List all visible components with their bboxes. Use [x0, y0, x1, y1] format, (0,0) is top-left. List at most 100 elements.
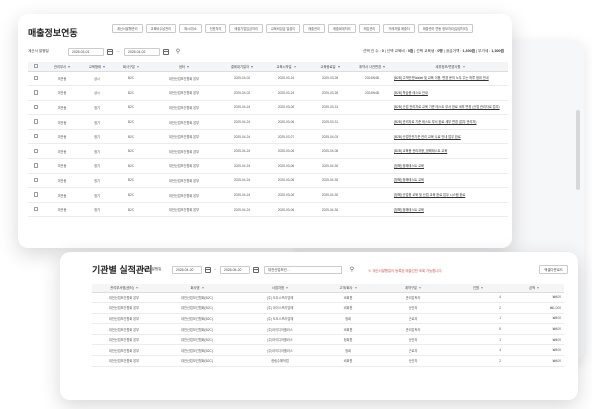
- detail-link-cell[interactable]: [정해] 정해테스트 교육: [392, 158, 508, 174]
- row-checkbox[interactable]: [33, 104, 39, 110]
- detail-link[interactable]: [B2B] 산업안전기준 관리 교육 수료 안내 업무 완료: [394, 135, 508, 139]
- table-row[interactable]: 대전산업보건협회 본부 대전산업보건협회(B2C) (주) 도도스프리덤에 정회 근로자…: [92, 313, 564, 325]
- tab-item[interactable]: 매출관리: [303, 24, 325, 33]
- detail-link[interactable]: [정해] 정해테스트 교육: [394, 178, 508, 182]
- filter-icon[interactable]: [103, 65, 106, 68]
- row-select-cell[interactable]: [28, 100, 44, 116]
- row-checkbox[interactable]: [33, 133, 39, 139]
- filter-icon[interactable]: [251, 65, 254, 68]
- search-icon[interactable]: ⚲: [348, 266, 356, 274]
- table-row[interactable]: 미관동 정기 B2C 대전산업보건협회 본부 2025-04-24 2025-03-06 2…: [28, 173, 508, 189]
- row-checkbox[interactable]: [33, 192, 39, 197]
- filter-icon[interactable]: [481, 287, 484, 290]
- center-select[interactable]: 대전산업보건...: [264, 266, 342, 274]
- row-checkbox[interactable]: [33, 90, 39, 95]
- table-row[interactable]: 미관동 정기 B2C 대전산업보건협회 본부 2025-04-24 2025-03-06 2…: [28, 158, 508, 174]
- row-checkbox[interactable]: [33, 119, 39, 124]
- row-select-cell[interactable]: [28, 85, 44, 101]
- table-row[interactable]: 미관동 정기 B2C 대전산업보건협회 본부 2025-04-24 2025-03-07 2…: [28, 129, 508, 145]
- row-select-cell[interactable]: [28, 202, 44, 218]
- row-checkbox[interactable]: [33, 148, 39, 154]
- detail-link[interactable]: [정해] 정해테스트 교육: [394, 164, 508, 168]
- detail-link-cell[interactable]: [정해] 정해테스트 교육: [392, 173, 508, 189]
- table-row[interactable]: 미관동 정기 B2C 대전산업보건협회 본부 2025-04-24 2025-03-06 2…: [28, 143, 508, 160]
- filter-icon[interactable]: [337, 65, 340, 68]
- select-all-cell[interactable]: [28, 62, 44, 72]
- detail-link-cell[interactable]: [B2B] 산업안전기준 관리 교육 수료 안내 업무 완료: [392, 129, 508, 145]
- tab-item[interactable]: 매시/취소: [179, 24, 202, 33]
- tab-item[interactable]: 매출기업입금처리: [229, 24, 263, 33]
- calendar-icon[interactable]: [107, 49, 113, 55]
- date-to-field[interactable]: 2025-05-20: [220, 266, 250, 274]
- filter-icon[interactable]: [137, 65, 140, 68]
- table-row[interactable]: 대전산업보건협회 본부 대전산업보건협회(B2C) (주)아이디어플러스 정회원 산안자…: [92, 334, 564, 346]
- tab-item[interactable]: 매출회계처리: [327, 24, 356, 33]
- date-from-field[interactable]: 2025-04-20: [172, 266, 202, 274]
- tab-item[interactable]: 매출관리 연동 정보처리(일괄처리): [417, 24, 473, 33]
- table-row[interactable]: 대전산업보건협회 본부 대전산업보건협회(B2C) (주) 도도스프리덤에 비회원 관리…: [92, 292, 564, 304]
- excel-download-button[interactable]: 엑셀다운로드: [539, 265, 568, 274]
- row-select-cell[interactable]: [28, 187, 44, 203]
- detail-link-cell[interactable]: [B2B] 고객안전Wallet 및 교육 이용, 변경 문의 노무 주는 하루…: [392, 71, 508, 87]
- row-checkbox[interactable]: [33, 163, 39, 168]
- date-from-field[interactable]: 2025-03-01: [68, 48, 104, 56]
- tab-item[interactable]: 계산서발행관리: [112, 24, 143, 33]
- table-row[interactable]: 대전산업보건협회 본부 대전산업보건협회(B2C) (주) 아이스프리덤에 비회원 산안…: [92, 302, 564, 314]
- table-row[interactable]: 대전산업보건협회 본부 대전산업보건협회(B2C) (주)아이디어플러스 정회 근로자 4…: [92, 344, 564, 357]
- scrollbar[interactable]: [576, 110, 580, 190]
- filter-icon[interactable]: [187, 65, 190, 68]
- search-icon[interactable]: ⚲: [174, 48, 182, 56]
- detail-link[interactable]: [정해] 정해테스트 교육: [394, 208, 508, 212]
- filter-icon[interactable]: [286, 287, 289, 290]
- detail-link-cell[interactable]: [B2B] 관리자로 기준 테스트 부서 완료 세부 변경 (업무 관리자): [392, 114, 508, 130]
- row-select-cell[interactable]: [28, 173, 44, 189]
- filter-icon[interactable]: [419, 287, 422, 290]
- row-checkbox[interactable]: [33, 206, 39, 212]
- table-row[interactable]: 미관동 상시 B2C 대전산업보건협회 본부 2025-04-02 2025-03-24 2…: [28, 71, 508, 87]
- detail-link-cell[interactable]: [B2B] 산업 관리자로 교육 기준 테스트 부서 완료 세부 변경 (산업 …: [392, 100, 508, 116]
- detail-link[interactable]: [B2B] 교육용 관리자용_정해테스트 교육: [394, 149, 508, 153]
- tab-item[interactable]: 거래처별 매출처: [383, 24, 415, 33]
- table-row[interactable]: 대전산업보건협회 본부 대전산업보건협회(B2C) (주)아이디어플러스 비회원 관리감…: [92, 323, 564, 335]
- table-row[interactable]: 미관동 정기 B2C 대전산업보건협회 본부 2025-04-24 2025-03-06 2…: [28, 114, 508, 130]
- detail-link-cell[interactable]: [B2B] 교육용 관리자용_정해테스트 교육: [392, 143, 508, 160]
- filter-icon[interactable]: [293, 65, 296, 68]
- row-select-cell[interactable]: [28, 143, 44, 160]
- filter-icon[interactable]: [135, 287, 138, 290]
- calendar-icon[interactable]: [205, 267, 211, 273]
- tab-item[interactable]: 매입관리: [358, 24, 381, 33]
- row-select-cell[interactable]: [28, 71, 44, 87]
- table-row[interactable]: 미관동 상시 B2C 대전산업보건협회 본부 2025-04-02 2025-03-24 2…: [28, 85, 508, 101]
- tab-item[interactable]: 전표처리: [204, 24, 227, 33]
- detail-link[interactable]: [정해] 산업용 교육 및 산업 교육 완료 업무 시스템 완료: [394, 193, 508, 197]
- detail-link[interactable]: [B2B] 산업 관리자로 교육 기준 테스트 부서 완료 세부 변경 (산업 …: [394, 105, 508, 109]
- tab-item[interactable]: 교육비수납관리: [145, 24, 177, 33]
- table-row[interactable]: 미관동 정기 B2C 대전산업보건협회 본부 2025-04-24 2025-03-06 2…: [28, 202, 508, 218]
- filter-icon[interactable]: [201, 287, 204, 290]
- table-row[interactable]: 대전산업보건협회 본부 대전산업보건협회(B2C) 한림수해작업 비회원 산안자 2 ₩40…: [92, 355, 564, 367]
- detail-link[interactable]: [B2B] 학습용 테스트 안내: [394, 91, 508, 95]
- row-checkbox[interactable]: [33, 75, 39, 81]
- calendar-icon[interactable]: [163, 49, 169, 55]
- row-checkbox[interactable]: [33, 177, 39, 183]
- date-to-field[interactable]: 2025-04-02: [124, 48, 160, 56]
- detail-link-cell[interactable]: [정해] 산업용 교육 및 산업 교육 완료 업무 시스템 완료: [392, 187, 508, 203]
- detail-link[interactable]: [B2B] 관리자로 기준 테스트 부서 완료 세부 변경 (업무 관리자): [394, 120, 508, 124]
- detail-link-cell[interactable]: [정해] 정해테스트 교육: [392, 202, 508, 218]
- table-row[interactable]: 미관동 정기 B2C 대전산업보건협회 본부 2025-04-24 2025-03-06 2…: [28, 187, 508, 203]
- filter-icon[interactable]: [354, 287, 357, 290]
- calendar-icon[interactable]: [253, 267, 259, 273]
- detail-link[interactable]: [B2B] 고객안전Wallet 및 교육 이용, 변경 문의 노무 주는 하루…: [394, 76, 508, 80]
- select-all-checkbox[interactable]: [33, 63, 39, 68]
- filter-icon[interactable]: [383, 65, 386, 68]
- table-row[interactable]: 미관동 정기 B2C 대전산업보건협회 본부 2025-04-24 2025-03-06 2…: [28, 100, 508, 116]
- table-cell: 2024W4B: [352, 85, 392, 101]
- filter-icon[interactable]: [537, 287, 540, 290]
- filter-icon[interactable]: [68, 65, 71, 68]
- row-select-cell[interactable]: [28, 158, 44, 174]
- tab-item[interactable]: 교육비입금 일괄이: [265, 24, 301, 33]
- row-select-cell[interactable]: [28, 129, 44, 145]
- filter-icon[interactable]: [462, 65, 465, 68]
- row-select-cell[interactable]: [28, 114, 44, 130]
- detail-link-cell[interactable]: [B2B] 학습용 테스트 안내: [392, 85, 508, 101]
